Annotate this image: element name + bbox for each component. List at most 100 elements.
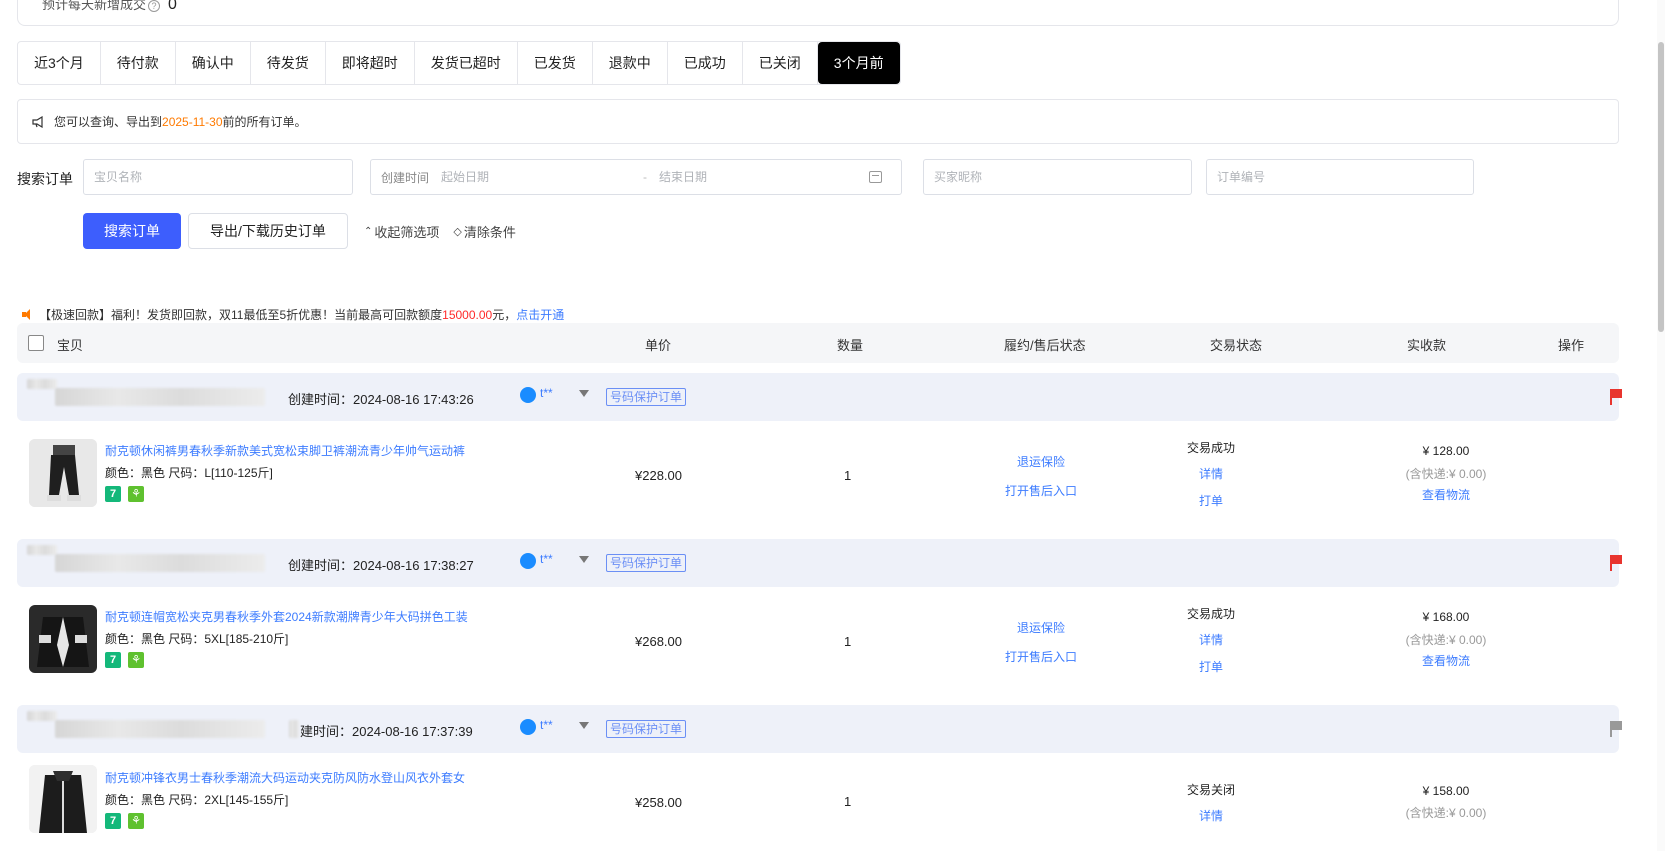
product-title-link[interactable]: 耐克顿冲锋衣男士春秋季潮流大码运动夹克防风防水登山风衣外套女 <box>105 769 465 786</box>
tab-pending-payment[interactable]: 待付款 <box>101 42 176 84</box>
calendar-icon[interactable] <box>869 171 883 183</box>
open-after-sale-link[interactable]: 打开售后入口 <box>981 648 1101 665</box>
tab-last-3-months[interactable]: 近3个月 <box>18 42 101 84</box>
tab-refunding[interactable]: 退款中 <box>593 42 668 84</box>
shipping-fee: (含快递:¥ 0.00) <box>1405 467 1487 481</box>
megaphone-icon <box>32 115 46 128</box>
shipping-insurance-icon: ⚘ <box>128 813 144 829</box>
col-after-sale: 履约/售后状态 <box>1004 338 1086 353</box>
start-date-input[interactable] <box>441 170 632 184</box>
flag-icon[interactable] <box>1610 389 1622 405</box>
buyer-nick-input[interactable] <box>934 170 1191 184</box>
quantity: 1 <box>844 794 852 809</box>
daily-estimate-card: 预计每天新增成交? 0 <box>17 0 1619 26</box>
product-spec: 颜色：黑色 尺码：L[110-125斤] <box>105 466 273 480</box>
promo-open-link[interactable]: 点击开通 <box>516 306 564 323</box>
scrollbar-thumb[interactable] <box>1658 42 1664 332</box>
view-logistics-link[interactable]: 查看物流 <box>1386 486 1506 503</box>
buyer-nick[interactable]: t** <box>540 386 553 400</box>
product-thumbnail[interactable] <box>29 439 97 507</box>
wangwang-icon[interactable] <box>520 719 536 735</box>
notice-suffix: 前的所有订单。 <box>222 115 307 129</box>
date-range-field[interactable]: 创建时间 - <box>370 159 902 195</box>
tab-about-to-timeout[interactable]: 即将超时 <box>326 42 415 84</box>
select-all-checkbox[interactable] <box>28 335 44 351</box>
tab-shipment-overdue[interactable]: 发货已超时 <box>415 42 518 84</box>
unit-price: ¥258.00 <box>635 795 682 810</box>
tab-3-months-ago[interactable]: 3个月前 <box>817 42 900 84</box>
search-form: 搜索订单 创建时间 - <box>17 159 1487 195</box>
export-history-button[interactable]: 导出/下载历史订单 <box>188 213 348 249</box>
tab-pending-shipment[interactable]: 待发货 <box>251 42 326 84</box>
chevron-up-icon: ⌃ <box>364 225 373 237</box>
order-checkbox-blurred[interactable] <box>27 711 57 721</box>
privacy-order-tag: 号码保护订单 <box>606 554 687 572</box>
trade-status: 交易成功 <box>1186 441 1235 455</box>
order-number-input[interactable] <box>1217 170 1473 184</box>
filter-icon[interactable] <box>579 722 589 729</box>
filter-icon[interactable] <box>579 556 589 563</box>
col-qty: 数量 <box>837 338 864 353</box>
return-insurance-link[interactable]: 退运保险 <box>981 453 1101 470</box>
filter-icon[interactable] <box>579 390 589 397</box>
buyer-nick-field[interactable] <box>923 159 1192 195</box>
received-amount: ¥ 168.00 <box>1422 610 1470 624</box>
product-thumbnail[interactable] <box>29 765 97 833</box>
trade-status: 交易成功 <box>1186 607 1235 621</box>
product-thumbnail[interactable] <box>29 605 97 673</box>
end-date-input[interactable] <box>659 170 870 184</box>
order-status-tabs: 近3个月 待付款 确认中 待发货 即将超时 发货已超时 已发货 退款中 已成功 … <box>17 41 901 85</box>
print-order-link[interactable]: 打单 <box>1176 658 1246 675</box>
item-name-input[interactable] <box>94 170 352 184</box>
order-created-time: 创建时间：2024-08-16 17:43:26 <box>288 392 474 407</box>
shipping-insurance-icon: ⚘ <box>128 652 144 668</box>
received-amount: ¥ 158.00 <box>1422 784 1470 798</box>
notice-date: 2025-11-30 <box>162 114 223 129</box>
open-after-sale-link[interactable]: 打开售后入口 <box>981 482 1101 499</box>
shipping-fee: (含快递:¥ 0.00) <box>1405 633 1487 647</box>
buyer-nick[interactable]: t** <box>540 718 553 732</box>
flag-icon[interactable] <box>1610 555 1622 571</box>
tab-shipped[interactable]: 已发货 <box>518 42 593 84</box>
tab-closed[interactable]: 已关闭 <box>743 42 818 84</box>
tab-succeeded[interactable]: 已成功 <box>668 42 743 84</box>
date-range-label: 创建时间 <box>381 170 430 185</box>
shipping-fee: (含快递:¥ 0.00) <box>1405 806 1487 820</box>
search-actions: 搜索订单 导出/下载历史订单 ⌃ 收起筛选项 ◇ 清除条件 <box>83 213 516 249</box>
tab-confirming[interactable]: 确认中 <box>176 42 251 84</box>
return-insurance-link[interactable]: 退运保险 <box>981 619 1101 636</box>
product-title-link[interactable]: 耐克顿连帽宽松夹克男春秋季外套2024新款潮牌青少年大码拼色工装 <box>105 608 468 625</box>
order-header: 创建时间：2024-08-16 17:43:26 t** 号码保护订单 <box>17 373 1622 421</box>
order-number-field[interactable] <box>1206 159 1474 195</box>
collapse-filters-link[interactable]: ⌃ 收起筛选项 <box>364 222 439 241</box>
unit-price: ¥268.00 <box>635 634 682 649</box>
clear-conditions-link[interactable]: ◇ 清除条件 <box>453 222 515 241</box>
detail-link[interactable]: 详情 <box>1176 465 1246 482</box>
help-icon[interactable]: ? <box>148 0 161 12</box>
order-item-row: 耐克顿休闲裤男春秋季新款美式宽松束脚卫裤潮流青少年帅气运动裤 颜色：黑色 尺码：… <box>17 421 1619 521</box>
print-order-link[interactable]: 打单 <box>1176 492 1246 509</box>
detail-link[interactable]: 详情 <box>1176 631 1246 648</box>
wangwang-icon[interactable] <box>520 387 536 403</box>
shipping-insurance-icon: ⚘ <box>128 486 144 502</box>
wangwang-icon[interactable] <box>520 553 536 569</box>
order-checkbox-blurred[interactable] <box>27 545 57 555</box>
search-orders-button[interactable]: 搜索订单 <box>83 213 181 249</box>
buyer-nick[interactable]: t** <box>540 552 553 566</box>
product-spec: 颜色：黑色 尺码：5XL[185-210斤] <box>105 632 289 646</box>
export-notice: 您可以查询、导出到 2025-11-30 前的所有订单。 <box>17 99 1619 144</box>
search-label: 搜索订单 <box>17 171 73 187</box>
notice-prefix: 您可以查询、导出到 <box>54 115 163 129</box>
view-logistics-link[interactable]: 查看物流 <box>1386 652 1506 669</box>
date-separator: - <box>643 170 648 184</box>
quantity: 1 <box>844 634 852 649</box>
product-title-link[interactable]: 耐克顿休闲裤男春秋季新款美式宽松束脚卫裤潮流青少年帅气运动裤 <box>105 442 465 459</box>
order-checkbox-blurred[interactable] <box>27 379 57 389</box>
page-scrollbar[interactable] <box>1657 0 1665 851</box>
fast-payback-promo: 【极速回款】福利！发货即回款，双11最低至5折优惠！当前最高可回款额度 1500… <box>22 306 564 323</box>
flag-icon[interactable] <box>1610 721 1622 737</box>
detail-link[interactable]: 详情 <box>1176 807 1246 824</box>
seven-day-return-icon: 7 <box>105 486 121 502</box>
item-name-field[interactable] <box>83 159 353 195</box>
promo-text: 【极速回款】福利！发货即回款，双11最低至5折优惠！当前最高可回款额度 <box>39 308 443 322</box>
